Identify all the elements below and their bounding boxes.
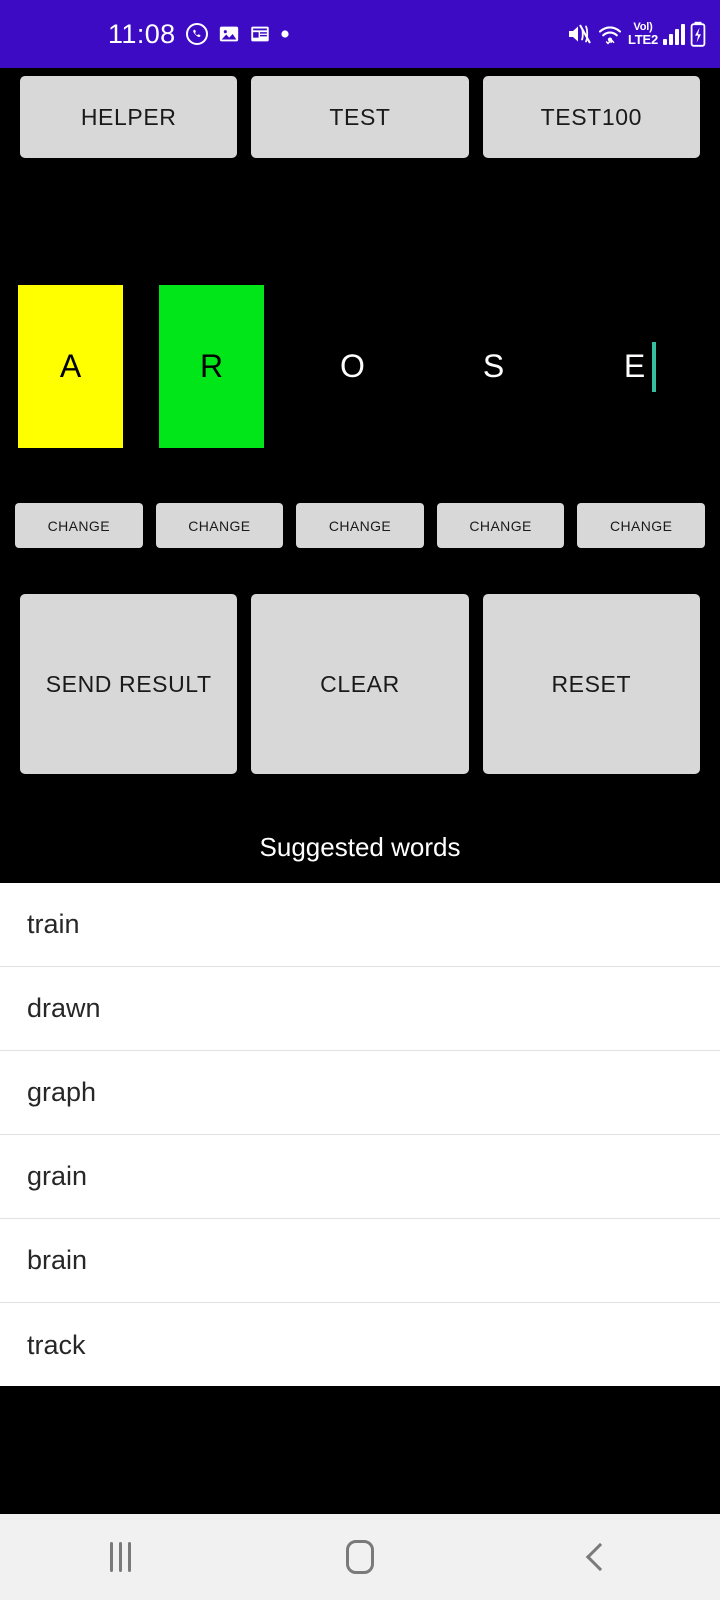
letter-slot-3-letter: O: [340, 348, 365, 384]
send-result-button[interactable]: SEND RESULT: [20, 594, 238, 774]
volte-bottom-label: LTE2: [627, 32, 658, 47]
action-button-row: SEND RESULT CLEAR RESET: [0, 594, 720, 774]
letter-slot-2-letter: R: [199, 348, 224, 384]
clear-button[interactable]: CLEAR: [251, 594, 469, 774]
change-button-1[interactable]: CHANGE: [15, 503, 143, 548]
status-bar-right: Vol) LTE2: [566, 0, 706, 68]
suggested-words-title: Suggested words: [259, 832, 461, 862]
back-icon: [585, 1542, 615, 1572]
dot-icon: [280, 29, 290, 39]
whatsapp-icon: [185, 22, 209, 46]
list-item[interactable]: track: [0, 1303, 720, 1387]
volte-icon: Vol) LTE2: [627, 22, 658, 47]
test-button[interactable]: TEST: [251, 76, 469, 158]
letter-slot-5[interactable]: E: [582, 285, 687, 448]
status-bar-left: 11:08: [108, 0, 290, 68]
news-icon: [249, 23, 271, 45]
change-button-2[interactable]: CHANGE: [155, 503, 284, 548]
list-item[interactable]: drawn: [0, 967, 720, 1051]
back-button[interactable]: [480, 1514, 720, 1600]
letter-slot-4[interactable]: S: [441, 285, 546, 448]
home-icon: [346, 1540, 374, 1574]
helper-button[interactable]: HELPER: [20, 76, 238, 158]
signal-icon: [663, 23, 685, 45]
letter-slot-row: A R O S E: [0, 285, 720, 448]
letter-slot-1[interactable]: A: [18, 285, 123, 448]
top-button-row: HELPER TEST TEST100: [0, 76, 720, 158]
reset-button[interactable]: RESET: [482, 594, 700, 774]
status-bar: 11:08 Vol) LTE2: [0, 0, 720, 68]
system-navigation-bar: [0, 1514, 720, 1600]
change-button-4[interactable]: CHANGE: [436, 503, 565, 548]
bottom-filler: [0, 1386, 720, 1514]
home-button[interactable]: [240, 1514, 480, 1600]
letter-slot-4-letter: S: [482, 348, 505, 384]
recents-icon: [109, 1542, 131, 1572]
list-item[interactable]: train: [0, 883, 720, 967]
wifi-icon: [597, 22, 623, 46]
suggested-words-list: train drawn graph grain brain track: [0, 883, 720, 1386]
letter-slot-5-letter: E: [623, 348, 646, 384]
change-button-3[interactable]: CHANGE: [296, 503, 424, 548]
change-button-5[interactable]: CHANGE: [577, 503, 705, 548]
status-clock: 11:08: [108, 18, 176, 49]
mute-icon: [566, 22, 592, 46]
list-item[interactable]: grain: [0, 1135, 720, 1219]
letter-slot-2[interactable]: R: [159, 285, 264, 448]
app-root: 11:08 Vol) LTE2 HELPER TEST TEST100 A R …: [0, 0, 720, 1600]
recents-button[interactable]: [0, 1514, 240, 1600]
letter-slot-3[interactable]: O: [300, 285, 405, 448]
test100-button[interactable]: TEST100: [482, 76, 700, 158]
change-button-row: CHANGE CHANGE CHANGE CHANGE CHANGE: [0, 503, 720, 548]
list-item[interactable]: brain: [0, 1219, 720, 1303]
battery-charging-icon: [690, 21, 706, 47]
list-item[interactable]: graph: [0, 1051, 720, 1135]
text-cursor: [652, 342, 656, 392]
letter-slot-1-letter: A: [59, 348, 82, 384]
gallery-icon: [218, 23, 240, 45]
